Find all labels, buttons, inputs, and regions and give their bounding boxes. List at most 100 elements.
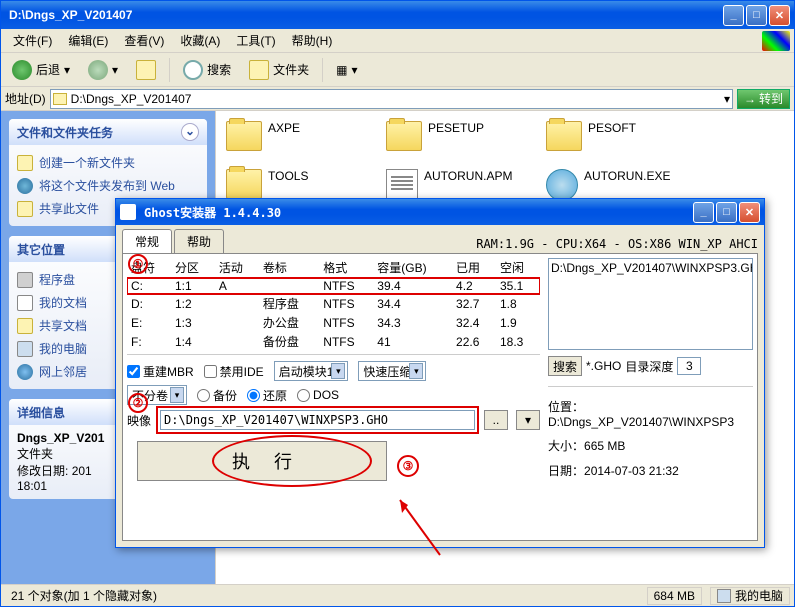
file-name: PESOFT: [588, 121, 636, 137]
file-name: TOOLS: [268, 169, 308, 185]
chevron-down-icon: ▾: [112, 63, 118, 77]
image-label: 映像: [127, 412, 151, 429]
execute-button[interactable]: 执行: [137, 441, 387, 481]
image-path-input[interactable]: [160, 410, 475, 430]
window-title: D:\Dngs_XP_V201407: [5, 8, 723, 22]
file-name: PESETUP: [428, 121, 484, 137]
address-bar: 地址(D) D:\Dngs_XP_V201407 ▾ → 转到: [1, 87, 794, 111]
backup-radio[interactable]: 备份: [197, 387, 237, 404]
chevron-down-icon: ▾: [351, 63, 357, 77]
status-location: 我的电脑: [710, 587, 790, 605]
up-folder-icon: [136, 60, 156, 80]
drive-icon: [17, 272, 33, 288]
split-dropdown[interactable]: 不分卷: [127, 385, 187, 405]
tab-general[interactable]: 常规: [122, 229, 172, 253]
table-row[interactable]: D:1:2程序盘NTFS34.432.71.8: [127, 294, 540, 313]
folders-icon: [249, 60, 269, 80]
col-drive: 盘符: [127, 258, 171, 278]
ghost-minimize-button[interactable]: _: [693, 202, 714, 223]
disk-table: 盘符 分区 活动 卷标 格式 容量(GB) 已用 空闲 C:1:1ANTFS39…: [127, 258, 540, 350]
file-item[interactable]: AUTORUN.EXE: [546, 169, 696, 201]
maximize-button[interactable]: □: [746, 5, 767, 26]
annotation-3: ③: [397, 455, 419, 477]
views-icon: ▦: [336, 63, 347, 77]
folder-item[interactable]: TOOLS: [226, 169, 376, 201]
task-label: 共享此文件: [39, 200, 99, 217]
col-label: 卷标: [259, 258, 319, 278]
table-row[interactable]: E:1:3办公盘NTFS34.332.41.9: [127, 313, 540, 332]
menu-file[interactable]: 文件(F): [5, 30, 60, 51]
close-button[interactable]: ✕: [769, 5, 790, 26]
up-button[interactable]: [129, 57, 163, 83]
ghost-app-icon: [120, 204, 136, 220]
image-dropdown-button[interactable]: ▾: [516, 410, 540, 430]
file-name: AUTORUN.EXE: [584, 169, 670, 185]
views-button[interactable]: ▦▾: [329, 60, 364, 80]
folder-icon: [226, 169, 262, 199]
divider: [322, 58, 323, 82]
table-row[interactable]: C:1:1ANTFS39.44.235.1: [127, 278, 540, 295]
browse-button[interactable]: ..: [484, 410, 508, 430]
back-label: 后退: [36, 61, 60, 78]
status-size: 684 MB: [647, 587, 702, 605]
location-line: 位置：D:\Dngs_XP_V201407\WINXPSP3: [548, 397, 753, 430]
search-label: 搜索: [207, 61, 231, 78]
ghost-titlebar: Ghost安装器 1.4.4.30 _ □ ✕: [116, 199, 764, 225]
shared-icon: [17, 318, 33, 334]
disable-ide-checkbox[interactable]: 禁用IDE: [204, 363, 264, 380]
col-free: 空闲: [496, 258, 540, 278]
menu-favorites[interactable]: 收藏(A): [172, 30, 228, 51]
chevron-down-icon[interactable]: ▾: [724, 92, 730, 106]
col-partition: 分区: [171, 258, 215, 278]
restore-radio[interactable]: 还原: [247, 387, 287, 404]
table-row[interactable]: F:1:4备份盘NTFS4122.618.3: [127, 332, 540, 350]
collapse-icon[interactable]: ⌄: [181, 123, 199, 141]
menu-help[interactable]: 帮助(H): [284, 30, 341, 51]
compress-dropdown[interactable]: 快速压缩: [358, 361, 426, 381]
search-button[interactable]: 搜索: [176, 57, 238, 83]
back-button[interactable]: 后退 ▾: [5, 57, 77, 83]
col-format: 格式: [319, 258, 373, 278]
folders-button[interactable]: 文件夹: [242, 57, 316, 83]
file-item[interactable]: AUTORUN.APM: [386, 169, 536, 201]
config-file-icon: [386, 169, 418, 201]
tab-content: 盘符 分区 活动 卷标 格式 容量(GB) 已用 空闲 C:1:1ANTFS39…: [122, 253, 758, 541]
address-value: D:\Dngs_XP_V201407: [71, 92, 192, 106]
network-icon: [17, 364, 33, 380]
ghost-title: Ghost安装器 1.4.4.30: [140, 204, 693, 221]
ghost-close-button[interactable]: ✕: [739, 202, 760, 223]
address-input[interactable]: D:\Dngs_XP_V201407 ▾: [50, 89, 733, 109]
go-label: 转到: [759, 90, 783, 107]
found-images-list[interactable]: D:\Dngs_XP_V201407\WINXPSP3.GH: [548, 258, 753, 350]
folders-label: 文件夹: [273, 61, 309, 78]
menu-edit[interactable]: 编辑(E): [60, 30, 116, 51]
rebuild-mbr-checkbox[interactable]: 重建MBR: [127, 363, 194, 380]
ghost-dialog: Ghost安装器 1.4.4.30 _ □ ✕ 常规 帮助 RAM:1.9G -…: [115, 198, 765, 548]
forward-button[interactable]: ▾: [81, 57, 125, 83]
task-new-folder[interactable]: 创建一个新文件夹: [17, 151, 199, 174]
forward-icon: [88, 60, 108, 80]
folder-item[interactable]: AXPE: [226, 121, 376, 151]
col-active: 活动: [215, 258, 259, 278]
go-button[interactable]: → 转到: [737, 89, 790, 109]
tab-help[interactable]: 帮助: [174, 229, 224, 253]
task-publish[interactable]: 将这个文件夹发布到 Web: [17, 174, 199, 197]
minimize-button[interactable]: _: [723, 5, 744, 26]
ghost-maximize-button[interactable]: □: [716, 202, 737, 223]
folder-icon: [386, 121, 422, 151]
col-size: 容量(GB): [373, 258, 452, 278]
computer-icon: [17, 341, 33, 357]
depth-input[interactable]: [677, 357, 701, 375]
windows-logo-icon: [762, 31, 790, 51]
place-label: 我的文档: [39, 294, 87, 311]
folder-item[interactable]: PESETUP: [386, 121, 536, 151]
details-title: 详细信息: [17, 404, 65, 421]
search-button[interactable]: 搜索: [548, 356, 582, 376]
boot-module-dropdown[interactable]: 启动模块1: [274, 361, 349, 381]
menu-tools[interactable]: 工具(T): [228, 30, 283, 51]
dos-radio[interactable]: DOS: [297, 388, 339, 402]
explorer-titlebar: D:\Dngs_XP_V201407 _ □ ✕: [1, 1, 794, 29]
menu-view[interactable]: 查看(V): [116, 30, 172, 51]
folder-icon: [226, 121, 262, 151]
folder-item[interactable]: PESOFT: [546, 121, 696, 151]
